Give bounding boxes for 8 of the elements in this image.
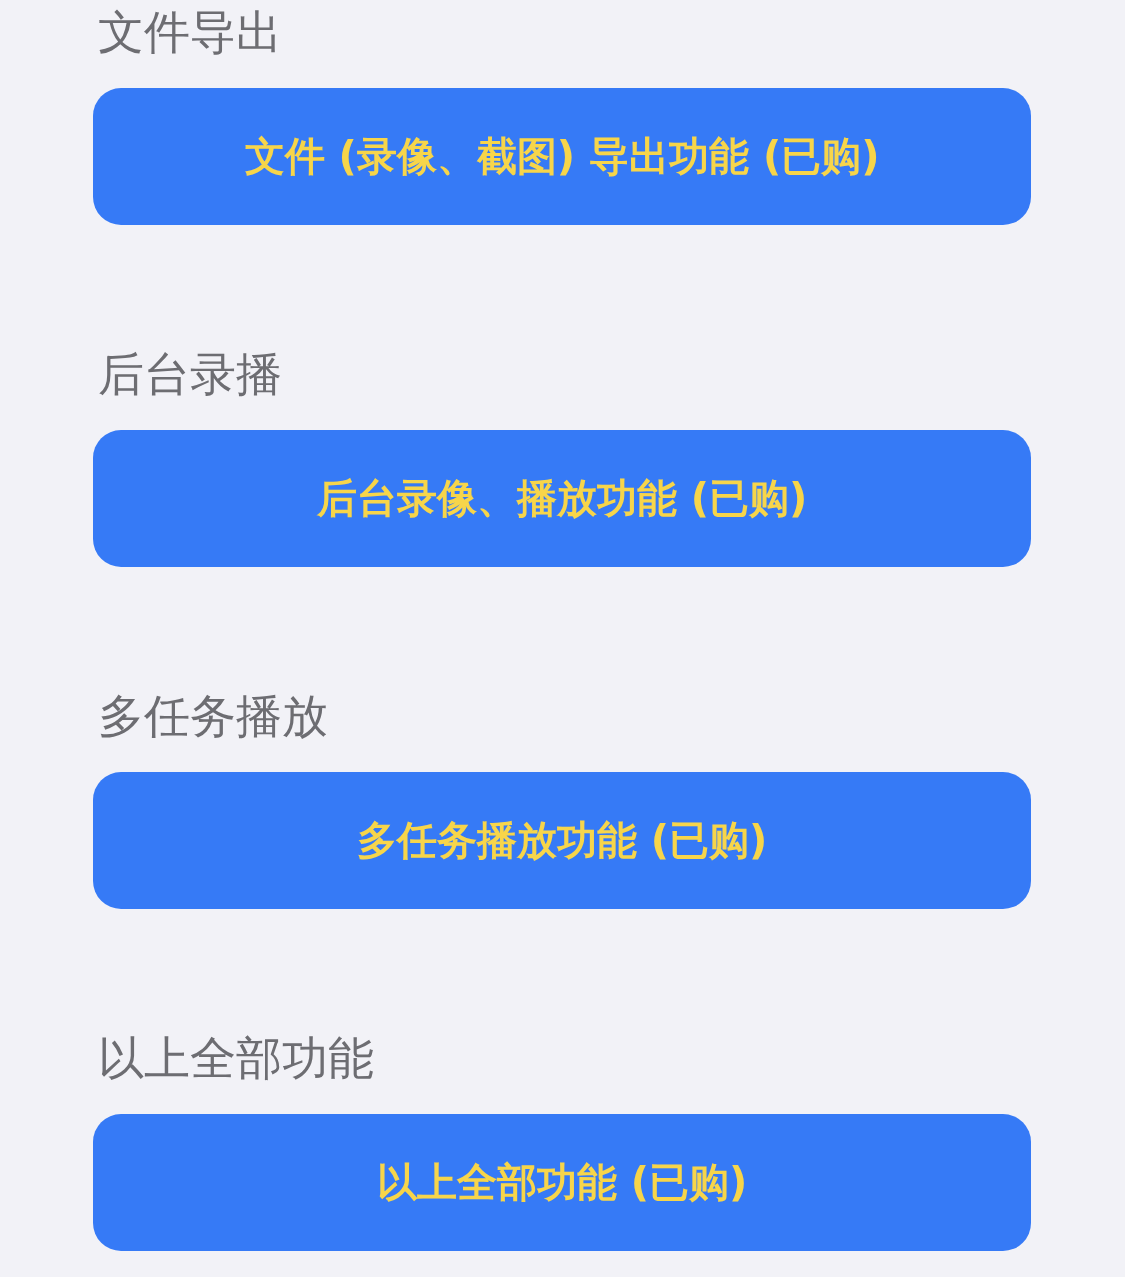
section-title: 文件导出 — [97, 4, 282, 61]
section-title: 后台录播 — [97, 346, 282, 403]
section-title: 以上全部功能 — [97, 1030, 374, 1087]
section-title: 多任务播放 — [97, 688, 328, 745]
purchase-button[interactable]: 文件 (录像、截图) 导出功能 (已购) — [93, 88, 1031, 225]
purchase-button[interactable]: 多任务播放功能 (已购) — [93, 772, 1031, 909]
purchase-button[interactable]: 后台录像、播放功能 (已购) — [93, 430, 1031, 567]
purchase-button[interactable]: 以上全部功能 (已购) — [93, 1114, 1031, 1251]
